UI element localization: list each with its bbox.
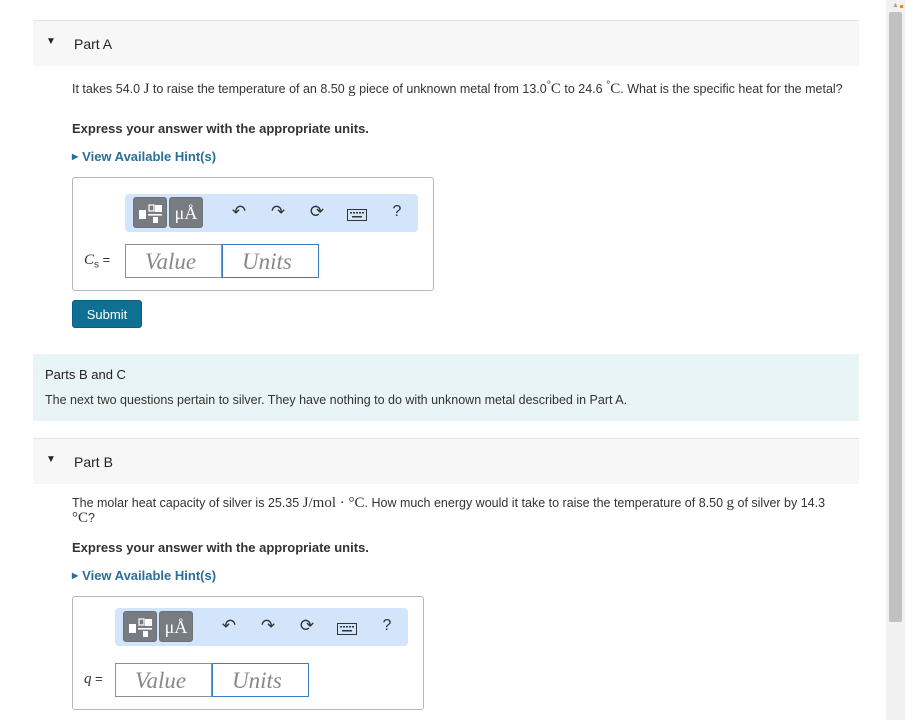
- part-b-title: Part B: [74, 454, 113, 470]
- undo-icon[interactable]: ↶: [229, 202, 249, 222]
- undo-icon[interactable]: ↶: [219, 616, 239, 636]
- templates-icon: [129, 618, 152, 637]
- caret-right-icon: ▶: [72, 152, 79, 161]
- variable-label: Cs =: [84, 252, 111, 271]
- help-button[interactable]: ?: [387, 203, 407, 221]
- templates-button[interactable]: [133, 197, 167, 228]
- collapse-triangle-icon[interactable]: ▼: [46, 454, 56, 465]
- parts-bc-title: Parts B and C: [45, 367, 126, 382]
- help-button[interactable]: ?: [377, 617, 397, 635]
- submit-button[interactable]: Submit: [72, 300, 142, 328]
- collapse-triangle-icon[interactable]: ▼: [46, 36, 56, 47]
- keyboard-icon[interactable]: [337, 620, 357, 640]
- part-a-question: It takes 54.0 J to raise the temperature…: [72, 80, 843, 98]
- parts-bc-info: Parts B and C The next two questions per…: [33, 354, 859, 421]
- part-a-title: Part A: [74, 36, 113, 52]
- math-toolbar: μÅ ↶ ↷ ⟳ ?: [115, 608, 408, 646]
- part-b-instruction: Express your answer with the appropriate…: [72, 540, 369, 555]
- part-b-hint-link[interactable]: ▶ View Available Hint(s): [72, 568, 216, 583]
- part-a-instruction: Express your answer with the appropriate…: [72, 121, 369, 136]
- scrollbar-thumb[interactable]: [889, 12, 902, 622]
- value-input[interactable]: Value: [115, 663, 212, 697]
- templates-icon: [139, 204, 162, 223]
- part-a-header[interactable]: ▼ Part A: [33, 20, 859, 66]
- part-a-hint-link[interactable]: ▶ View Available Hint(s): [72, 149, 216, 164]
- redo-icon[interactable]: ↷: [268, 202, 288, 222]
- reset-icon[interactable]: ⟳: [297, 616, 317, 636]
- units-button[interactable]: μÅ: [159, 611, 193, 642]
- units-input[interactable]: Units: [222, 244, 319, 278]
- scrollbar[interactable]: ▲: [886, 0, 905, 720]
- parts-bc-body: The next two questions pertain to silver…: [45, 393, 628, 407]
- units-button[interactable]: μÅ: [169, 197, 203, 228]
- value-input[interactable]: Value: [125, 244, 222, 278]
- units-input[interactable]: Units: [212, 663, 309, 697]
- reset-icon[interactable]: ⟳: [307, 202, 327, 222]
- redo-icon[interactable]: ↷: [258, 616, 278, 636]
- keyboard-icon[interactable]: [347, 206, 367, 226]
- templates-button[interactable]: [123, 611, 157, 642]
- corner-marker: [900, 5, 903, 8]
- part-a-answer-box: μÅ ↶ ↷ ⟳ ? Cs = Value Units: [72, 177, 434, 291]
- caret-right-icon: ▶: [72, 571, 79, 580]
- part-b-answer-box: μÅ ↶ ↷ ⟳ ? q = Value Units: [72, 596, 424, 710]
- variable-label: q =: [84, 671, 103, 687]
- math-toolbar: μÅ ↶ ↷ ⟳ ?: [125, 194, 418, 232]
- part-b-question: The molar heat capacity of silver is 25.…: [72, 495, 826, 526]
- part-b-header[interactable]: ▼ Part B: [33, 438, 859, 484]
